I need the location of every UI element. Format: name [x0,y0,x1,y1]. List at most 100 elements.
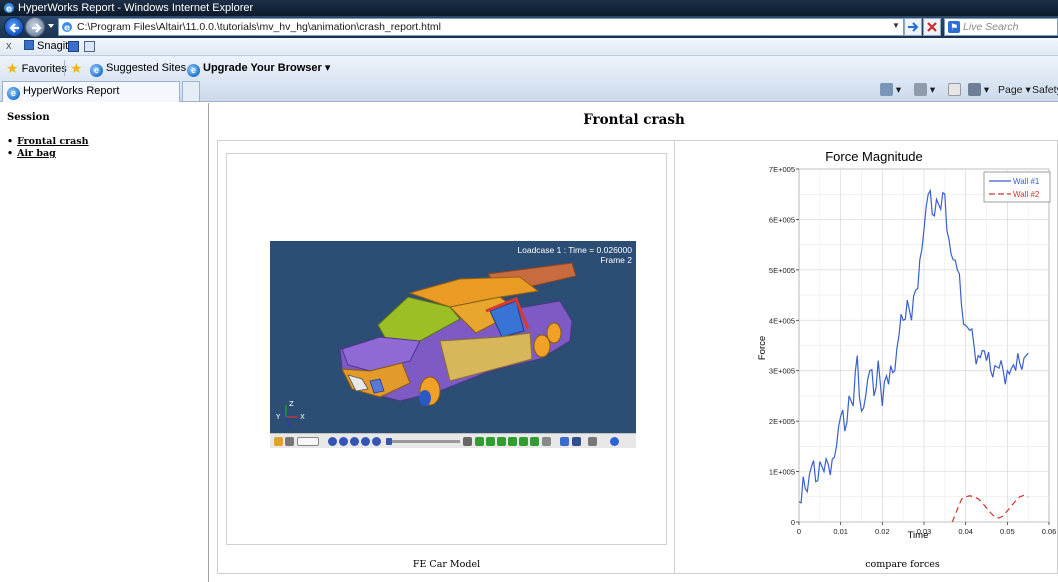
svg-text:e: e [64,24,70,34]
ie-tab-icon: e [7,87,20,100]
session-list: Frontal crash Air bag [7,136,89,160]
page-menu[interactable]: Page ▾ [998,80,1031,101]
snagit-button[interactable]: Snagit [24,38,68,55]
y-axis-label: Force [757,336,768,360]
viewer-canvas[interactable]: Loadcase 1 : Time = 0.026000 Frame 2 X Y… [270,241,636,433]
address-bar: e C:\Program Files\Altair\11.0.0.\tutori… [0,16,1058,38]
frame-slider-handle[interactable] [386,438,392,445]
animation-toolbar [270,433,636,448]
favorites-label: Favorites [21,63,67,75]
print-icon [968,83,981,96]
view-iso-icon[interactable] [530,437,539,446]
x-tick-label: 0.05 [1000,527,1015,536]
report-content: Frontal crash Loadcase 1 : Time = 0.0260… [210,103,1058,582]
home-icon [880,83,893,96]
read-mail-button[interactable] [948,80,961,101]
chart-grid [798,168,1050,523]
frontal-crash-link[interactable]: Frontal crash [17,136,89,147]
close-toolbar-button[interactable]: x [6,38,12,55]
play-icon[interactable] [350,437,359,446]
page-title: Frontal crash [583,112,685,128]
open-model-icon[interactable] [274,437,283,446]
ie-logo-icon: e [4,3,14,15]
address-input[interactable]: e C:\Program Files\Altair\11.0.0.\tutori… [58,18,904,36]
home-button[interactable]: ▾ [880,80,901,101]
live-search-icon: ⚑ [948,21,960,33]
go-button[interactable] [904,18,922,36]
rewind-icon[interactable] [285,437,294,446]
print-button[interactable]: ▾ [968,80,989,101]
car-model-image: X Y Z [275,262,577,428]
view-back-icon[interactable] [486,437,495,446]
fit-icon[interactable] [542,437,551,446]
first-frame-icon[interactable] [328,437,337,446]
address-dropdown-icon[interactable]: ▼ [890,20,902,32]
y-tick-label: 0 [791,518,795,527]
view-right-icon[interactable] [508,437,517,446]
rss-icon [914,83,927,96]
add-favorite-icon[interactable]: ★ [70,56,83,80]
compare-forces-caption: compare forces [865,559,940,570]
upgrade-browser-button[interactable]: e Upgrade Your Browser ▾ [187,56,330,80]
address-text: C:\Program Files\Altair\11.0.0.\tutorial… [77,21,441,33]
session-item-air-bag: Air bag [7,148,89,159]
back-button[interactable] [4,17,24,37]
next-frame-icon[interactable] [361,437,370,446]
safety-menu[interactable]: Safety [1032,80,1058,101]
toolbar-divider [64,60,65,76]
back-arrow-icon [9,23,19,33]
new-tab-button[interactable] [182,81,200,101]
animation-viewer[interactable]: Loadcase 1 : Time = 0.026000 Frame 2 X Y… [270,241,636,448]
settings-icon[interactable] [588,437,597,446]
help-icon[interactable] [610,437,619,446]
x-tick-label: 0.02 [875,527,890,536]
chart-title: Force Magnitude [825,149,923,164]
legend-label-wall2: Wall #2 [1013,190,1040,199]
report-table: Loadcase 1 : Time = 0.026000 Frame 2 X Y… [217,140,1058,574]
history-dropdown-icon[interactable] [47,22,55,30]
force-magnitude-chart[interactable]: Force Magnitude 0 0.01 0.02 0.03 0.04 0.05 0.0… [678,145,1058,545]
legend-label-wall1: Wall #1 [1013,177,1040,186]
go-arrow-icon [908,22,919,32]
view-front-icon[interactable] [475,437,484,446]
feeds-button[interactable]: ▾ [914,80,935,101]
snagit-icon [24,40,34,50]
animation-mode-select[interactable] [297,437,319,446]
mode-icon[interactable] [572,437,581,446]
display-icon[interactable] [560,437,569,446]
forward-button[interactable] [25,17,45,37]
capture-icon[interactable] [68,41,79,52]
x-tick-label: 0 [797,527,801,536]
open-editor-icon[interactable] [84,41,95,52]
y-tick-label: 4E+005 [769,316,795,325]
search-placeholder: Live Search [963,21,1019,33]
mail-icon [948,83,961,96]
chart-legend: Wall #1 Wall #2 [983,171,1051,203]
ie-icon: e [90,64,103,77]
air-bag-link[interactable]: Air bag [17,148,56,159]
snagit-label: Snagit [37,40,69,52]
tab-label: HyperWorks Report [23,85,120,97]
search-input[interactable]: ⚑ Live Search [944,18,1058,36]
suggested-sites-label: Suggested Sites ▾ [106,62,195,74]
zoom-icon[interactable] [463,437,472,446]
favorites-bar: ★ Favorites ★ e Suggested Sites ▾ e Upgrade… [0,56,1058,80]
tab-hyperworks-report[interactable]: e HyperWorks Report [2,81,180,102]
window-title-bar: e HyperWorks Report - Windows Internet E… [0,0,1058,16]
frame-slider[interactable] [386,440,460,443]
x-tick-label: 0.01 [833,527,848,536]
view-top-icon[interactable] [519,437,528,446]
previous-frame-icon[interactable] [339,437,348,446]
ie-icon: e [187,64,200,77]
last-frame-icon[interactable] [372,437,381,446]
favorites-button[interactable]: ★ Favorites [6,56,67,81]
page-icon: e [62,22,72,34]
svg-text:e: e [6,5,12,15]
session-item-frontal-crash: Frontal crash [7,136,89,147]
stop-button[interactable] [923,18,941,36]
snagit-toolbar: x Snagit [0,38,1058,56]
fe-model-cell: Loadcase 1 : Time = 0.026000 Frame 2 X Y… [226,153,667,545]
suggested-sites-button[interactable]: e Suggested Sites ▾ [90,56,195,80]
view-left-icon[interactable] [497,437,506,446]
y-tick-label: 7E+005 [769,165,795,174]
